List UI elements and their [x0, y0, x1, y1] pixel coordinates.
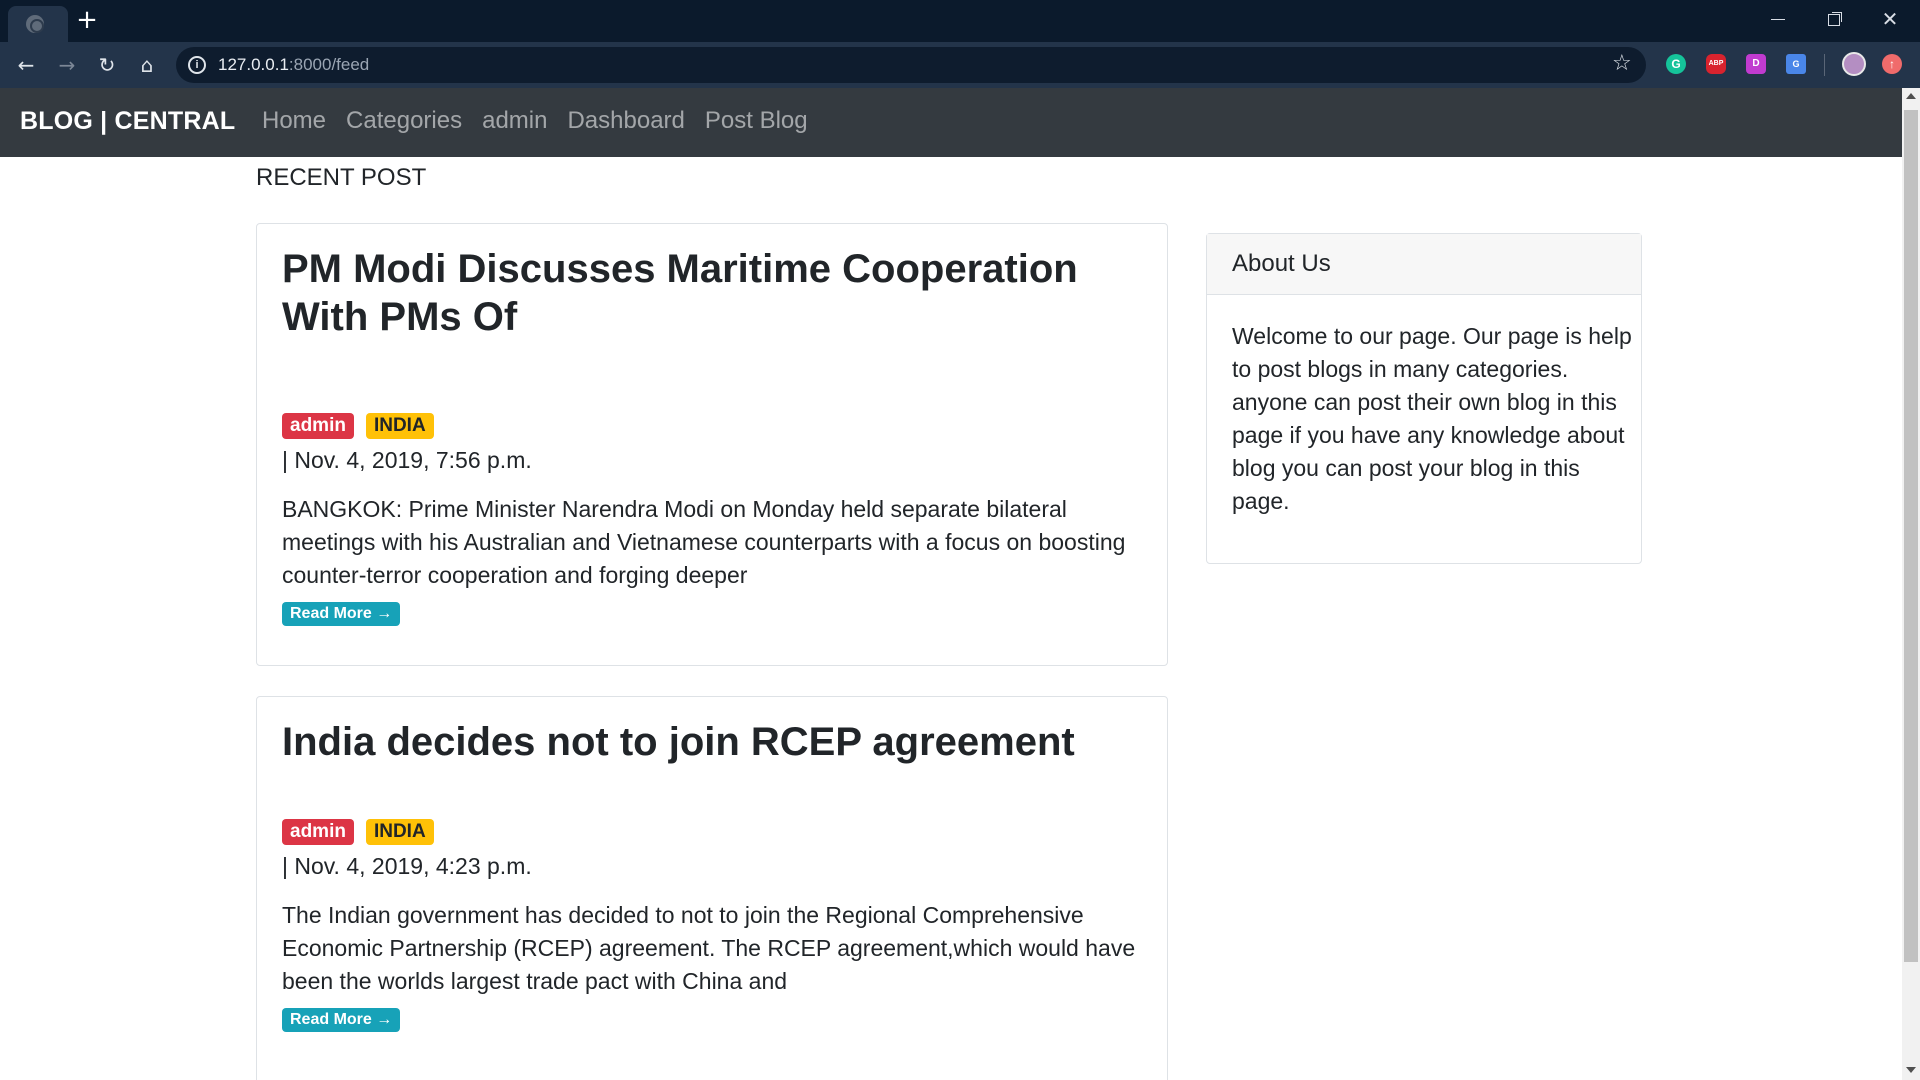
post-date: | Nov. 4, 2019, 7:56 p.m. — [282, 447, 532, 473]
toolbar-divider — [1824, 54, 1825, 76]
about-us-card: About Us Welcome to our page. Our page i… — [1206, 233, 1642, 564]
globe-icon — [26, 15, 44, 33]
scrollbar-thumb[interactable] — [1904, 110, 1918, 962]
site-brand[interactable]: BLOG | CENTRAL — [20, 107, 235, 136]
minimize-icon — [1771, 19, 1785, 20]
restore-icon — [1828, 13, 1840, 26]
about-us-text: Welcome to our page. Our page is help to… — [1232, 323, 1632, 514]
author-badge: admin — [282, 413, 354, 439]
adblock-extension-icon[interactable]: ABP — [1706, 54, 1726, 74]
translate-extension-icon[interactable]: G — [1786, 54, 1806, 74]
reload-button[interactable]: ↻ — [93, 51, 121, 79]
about-us-title: About Us — [1232, 250, 1331, 277]
read-more-wrap: Read More → — [282, 1008, 401, 1032]
minimize-button[interactable] — [1750, 0, 1806, 38]
read-more-wrap: Read More → — [282, 602, 401, 626]
post-badges: admin INDIA — [282, 819, 434, 845]
post-card: India decides not to join RCEP agreement… — [256, 696, 1168, 1080]
scroll-down-arrow-icon[interactable] — [1906, 1067, 1916, 1073]
browser-tab[interactable] — [8, 6, 68, 42]
post-date: | Nov. 4, 2019, 4:23 p.m. — [282, 853, 532, 879]
read-more-button[interactable]: Read More → — [282, 602, 401, 626]
update-icon[interactable]: ↑ — [1882, 54, 1902, 74]
restore-button[interactable] — [1806, 0, 1862, 38]
scroll-up-arrow-icon[interactable] — [1906, 93, 1916, 99]
new-tab-button[interactable]: + — [74, 7, 100, 34]
section-title: RECENT POST — [256, 164, 427, 191]
page-scrollbar[interactable] — [1902, 88, 1920, 1080]
post-excerpt: The Indian government has decided to not… — [282, 902, 1136, 994]
site-navbar: BLOG | CENTRAL Home Categories admin Das… — [0, 88, 1902, 157]
nav-link-dashboard[interactable]: Dashboard — [567, 107, 684, 135]
home-button[interactable]: ⌂ — [133, 51, 161, 79]
grammarly-extension-icon[interactable]: G — [1666, 54, 1686, 74]
post-title: India decides not to join RCEP agreement — [282, 720, 1075, 764]
read-more-button[interactable]: Read More → — [282, 1008, 401, 1032]
post-card: PM Modi Discusses Maritime Cooperation W… — [256, 223, 1168, 666]
about-us-header: About Us — [1207, 234, 1641, 295]
nav-links: Home Categories admin Dashboard Post Blo… — [262, 107, 808, 135]
site-info-icon[interactable]: i — [188, 56, 206, 74]
back-button[interactable]: ← — [12, 51, 40, 79]
bookmark-star-icon[interactable]: ☆ — [1612, 51, 1632, 76]
url-host: 127.0.0.1 — [218, 55, 289, 74]
category-badge: INDIA — [365, 819, 434, 845]
web-page: BLOG | CENTRAL Home Categories admin Das… — [0, 88, 1902, 1080]
url-text[interactable]: 127.0.0.1:8000/feed — [218, 55, 369, 75]
profile-avatar[interactable] — [1842, 52, 1866, 76]
url-path: :8000/feed — [288, 55, 370, 74]
nav-link-home[interactable]: Home — [262, 107, 326, 135]
forward-button[interactable]: → — [53, 51, 81, 79]
nav-link-admin[interactable]: admin — [482, 107, 547, 135]
nav-link-categories[interactable]: Categories — [346, 107, 462, 135]
browser-toolbar: ← → ↻ ⌂ i 127.0.0.1:8000/feed ☆ G ABP D … — [0, 42, 1920, 88]
address-bar[interactable]: i 127.0.0.1:8000/feed ☆ — [176, 47, 1646, 83]
post-title: PM Modi Discusses Maritime Cooperation W… — [282, 247, 1078, 339]
post-excerpt: BANGKOK: Prime Minister Narendra Modi on… — [282, 496, 1126, 588]
category-badge: INDIA — [365, 413, 434, 439]
post-badges: admin INDIA — [282, 413, 434, 439]
author-badge: admin — [282, 819, 354, 845]
browser-tabstrip: + ✕ — [0, 0, 1920, 42]
close-window-button[interactable]: ✕ — [1862, 0, 1918, 38]
nav-link-post-blog[interactable]: Post Blog — [705, 107, 808, 135]
dark-mode-extension-icon[interactable]: D — [1746, 54, 1766, 74]
